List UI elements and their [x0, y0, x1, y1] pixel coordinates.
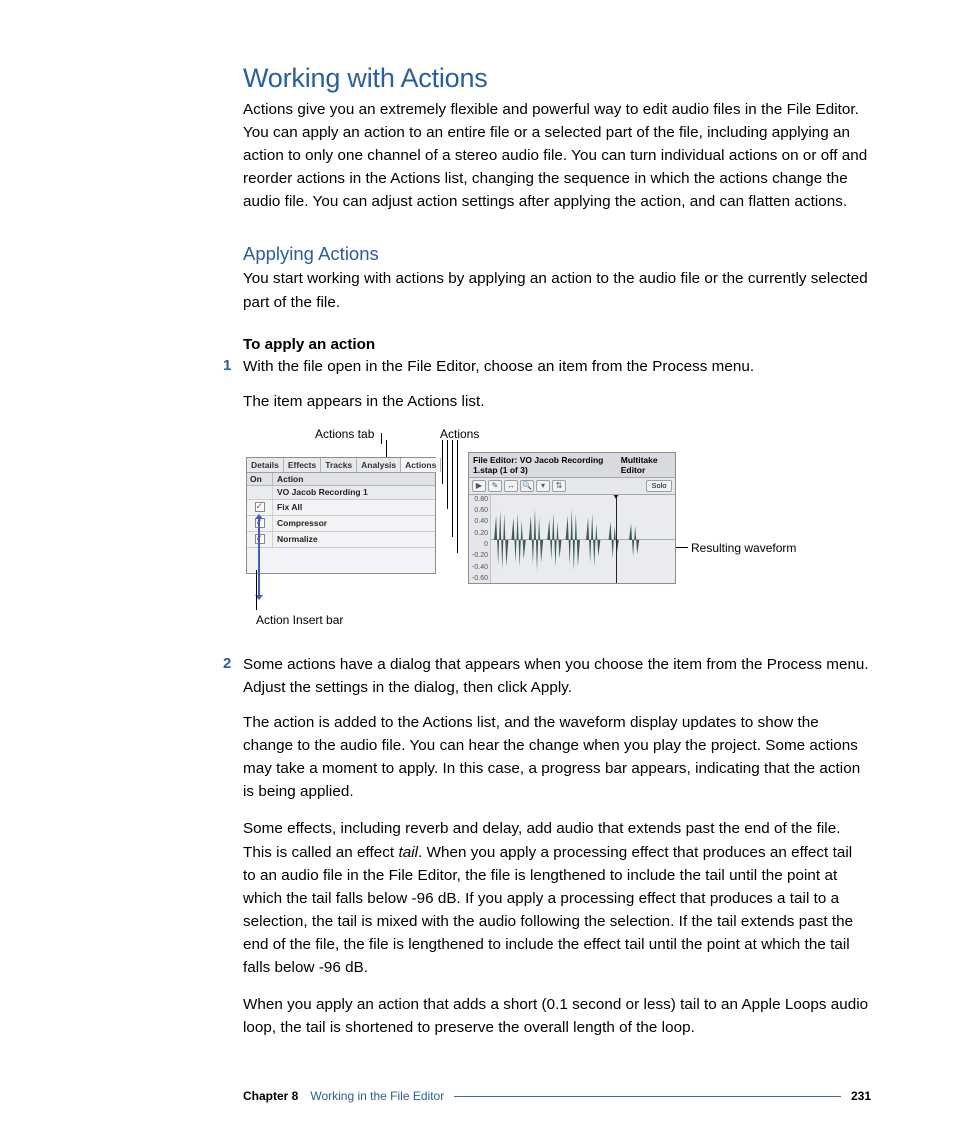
waveform-display[interactable]	[491, 495, 675, 583]
waveform-panel: File Editor: VO Jacob Recording 1.stap (…	[468, 452, 676, 584]
tab-effects[interactable]: Effects	[284, 458, 321, 472]
tool-link-icon[interactable]: ⇅	[552, 480, 566, 492]
subsection-intro: You start working with actions by applyi…	[243, 267, 869, 313]
action-insert-bar-icon[interactable]	[258, 518, 260, 596]
waveform-icon	[491, 495, 675, 583]
file-editor-title: File Editor: VO Jacob Recording 1.stap (…	[473, 455, 621, 475]
action-label: Normalize	[273, 534, 435, 544]
tab-actions[interactable]: Actions	[401, 458, 441, 472]
paragraph-apple-loops: When you apply an action that adds a sho…	[243, 993, 869, 1039]
figure-actions: Actions tab Actions Details Effects Trac…	[243, 427, 869, 627]
paragraph-action-added: The action is added to the Actions list,…	[243, 711, 869, 803]
tool-pointer-icon[interactable]: ▶	[472, 480, 486, 492]
page-footer: Chapter 8 Working in the File Editor 231	[0, 1089, 954, 1103]
tab-analysis[interactable]: Analysis	[357, 458, 401, 472]
action-row: VO Jacob Recording 1	[247, 486, 435, 500]
tab-tracks[interactable]: Tracks	[321, 458, 357, 472]
step-number: 1	[223, 355, 231, 378]
footer-chapter: Chapter 8	[243, 1089, 298, 1103]
wave-scale: 0.80 0.60 0.40 0.20 0 -0.20 -0.40 -0.60	[469, 495, 491, 583]
step-1-result: The item appears in the Actions list.	[243, 390, 869, 413]
subsection-heading: Applying Actions	[243, 243, 869, 265]
action-row: Fix All	[247, 500, 435, 516]
panel-tabs: Details Effects Tracks Analysis Actions	[247, 458, 435, 473]
tool-pencil-icon[interactable]: ✎	[488, 480, 502, 492]
tab-details[interactable]: Details	[247, 458, 284, 472]
col-header-action: Action	[273, 473, 435, 485]
callout-actions-tab: Actions tab	[315, 427, 374, 441]
step-1: 1 With the file open in the File Editor,…	[243, 355, 869, 378]
action-label: VO Jacob Recording 1	[273, 487, 435, 497]
footer-page-number: 231	[851, 1089, 871, 1103]
footer-rule	[454, 1096, 841, 1097]
paragraph-effect-tail: Some effects, including reverb and delay…	[243, 817, 869, 979]
footer-title: Working in the File Editor	[310, 1089, 444, 1103]
tool-zoom-icon[interactable]: 🔍	[520, 480, 534, 492]
section-heading: Working with Actions	[243, 63, 869, 94]
step-2-text: Some actions have a dialog that appears …	[243, 656, 869, 696]
action-label: Compressor	[273, 518, 435, 528]
tool-hand-icon[interactable]: ↔	[504, 480, 518, 492]
step-number: 2	[223, 653, 231, 676]
col-header-on: On	[247, 473, 273, 485]
step-1-text: With the file open in the File Editor, c…	[243, 358, 754, 375]
solo-button[interactable]: Solo	[646, 480, 672, 492]
intro-paragraph: Actions give you an extremely flexible a…	[243, 98, 869, 213]
actions-panel: Details Effects Tracks Analysis Actions …	[246, 457, 436, 574]
multitake-tab[interactable]: Multitake Editor	[621, 455, 671, 475]
action-row: Compressor	[247, 516, 435, 532]
task-heading: To apply an action	[243, 336, 869, 353]
callout-resulting-waveform: Resulting waveform	[691, 541, 796, 555]
checkbox-icon[interactable]	[255, 502, 265, 512]
wave-toolbar: ▶ ✎ ↔ 🔍 ▾ ⇅ Solo	[469, 478, 675, 495]
callout-actions: Actions	[440, 427, 479, 441]
action-label: Fix All	[273, 502, 435, 512]
callout-insert-bar: Action Insert bar	[256, 613, 343, 627]
step-2: 2 Some actions have a dialog that appear…	[243, 653, 869, 699]
playhead-icon[interactable]	[616, 495, 617, 583]
tool-scrub-icon[interactable]: ▾	[536, 480, 550, 492]
action-row: Normalize	[247, 532, 435, 548]
